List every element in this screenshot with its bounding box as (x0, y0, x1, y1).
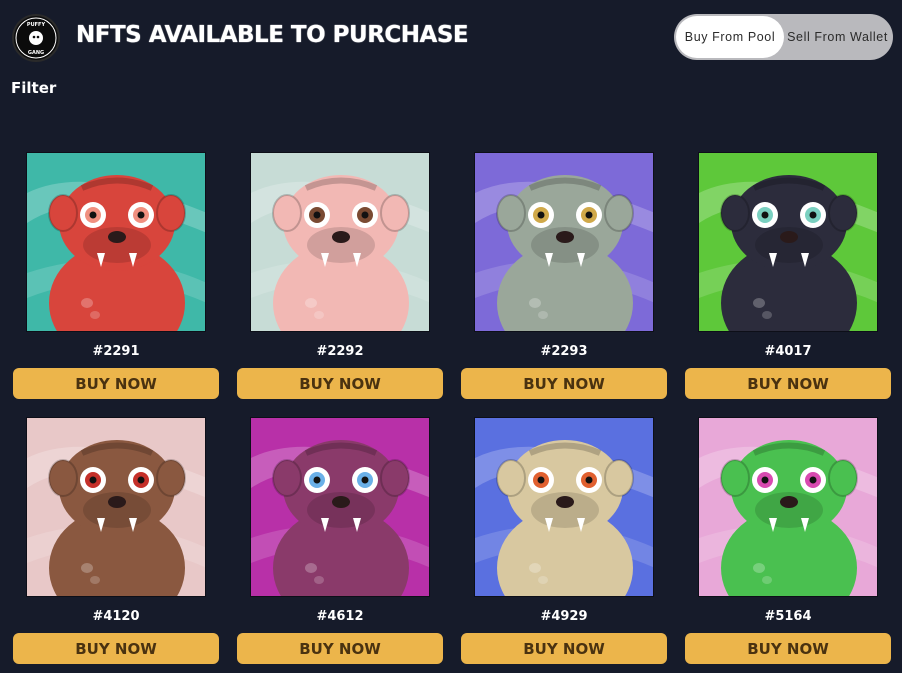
buy-now-button[interactable]: BUY NOW (685, 368, 891, 399)
puffy-brown-beard-icon (27, 418, 205, 596)
puffy-pink-horns-icon (251, 153, 429, 331)
puffy-black-chain-icon (699, 153, 877, 331)
nft-image[interactable] (474, 417, 654, 597)
nft-card: #5164 BUY NOW (685, 417, 891, 667)
nft-image[interactable] (26, 152, 206, 332)
nft-id-label: #4612 (316, 609, 364, 624)
nft-image[interactable] (250, 417, 430, 597)
nft-id-label: #2291 (92, 344, 140, 359)
puffy-green-tongue-icon (699, 418, 877, 596)
nft-id-label: #5164 (764, 609, 812, 624)
nft-image[interactable] (698, 417, 878, 597)
buy-now-button[interactable]: BUY NOW (13, 368, 219, 399)
nft-card: #2293 BUY NOW (461, 152, 667, 402)
nft-card: #4929 BUY NOW (461, 417, 667, 667)
buy-now-button[interactable]: BUY NOW (237, 633, 443, 664)
nft-card: #2292 BUY NOW (237, 152, 443, 402)
puffy-tan-rose-icon (475, 418, 653, 596)
buy-now-button[interactable]: BUY NOW (461, 368, 667, 399)
nft-image[interactable] (26, 417, 206, 597)
nft-image[interactable] (250, 152, 430, 332)
nft-card: #4612 BUY NOW (237, 417, 443, 667)
nft-image[interactable] (474, 152, 654, 332)
puffy-red-monocle-icon (27, 153, 205, 331)
buy-now-button[interactable]: BUY NOW (237, 368, 443, 399)
nft-id-label: #4929 (540, 609, 588, 624)
buy-now-button[interactable]: BUY NOW (13, 633, 219, 664)
nft-id-label: #4017 (764, 344, 812, 359)
nft-id-label: #2293 (540, 344, 588, 359)
buy-now-button[interactable]: BUY NOW (685, 633, 891, 664)
nft-card: #4120 BUY NOW (13, 417, 219, 667)
nft-card: #2291 BUY NOW (13, 152, 219, 402)
puffy-grey-fox-icon (475, 153, 653, 331)
puffy-purple-headphones-icon (251, 418, 429, 596)
nft-grid: #2291 BUY NOW #2292 BUY NOW #2293 BUY NO… (0, 0, 902, 673)
nft-card: #4017 BUY NOW (685, 152, 891, 402)
nft-id-label: #2292 (316, 344, 364, 359)
nft-image[interactable] (698, 152, 878, 332)
buy-now-button[interactable]: BUY NOW (461, 633, 667, 664)
nft-id-label: #4120 (92, 609, 140, 624)
